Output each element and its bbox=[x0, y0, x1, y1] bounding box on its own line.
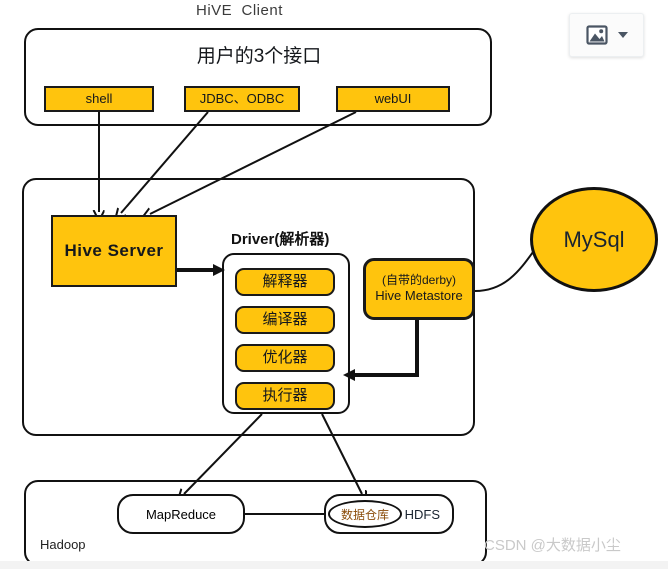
driver-step-optimizer-label: 优化器 bbox=[262, 349, 308, 367]
driver-step-interpreter[interactable]: 解释器 bbox=[235, 268, 335, 296]
hive-metastore-subtitle: (自带的derby) bbox=[381, 272, 456, 287]
driver-title: Driver(解析器) bbox=[231, 231, 330, 248]
hive-metastore-box[interactable]: (自带的derby) Hive Metastore bbox=[363, 258, 475, 320]
hive-metastore-label: Hive Metastore bbox=[375, 288, 463, 304]
data-warehouse-ellipse[interactable]: 数据仓库 bbox=[328, 500, 402, 528]
diagram-title: HiVE Client bbox=[196, 2, 283, 19]
image-toolbar[interactable] bbox=[569, 13, 644, 57]
diagram-canvas: HiVE Client 用户的3个接口 shell JDBC、ODBC webU… bbox=[0, 0, 668, 569]
hive-server-box[interactable]: Hive Server bbox=[51, 215, 177, 287]
driver-step-executor-label: 执行器 bbox=[262, 387, 308, 405]
driver-step-compiler[interactable]: 编译器 bbox=[235, 306, 335, 334]
hdfs-label: HDFS bbox=[404, 506, 440, 522]
driver-step-compiler-label: 编译器 bbox=[262, 311, 308, 329]
chevron-down-icon[interactable] bbox=[617, 32, 628, 38]
data-warehouse-label: 数据仓库 bbox=[340, 507, 389, 522]
hive-server-label: Hive Server bbox=[64, 241, 164, 261]
image-icon[interactable] bbox=[585, 25, 608, 45]
mysql-label: MySql bbox=[563, 226, 625, 252]
driver-step-interpreter-label: 解释器 bbox=[262, 273, 308, 291]
mapreduce-label: MapReduce bbox=[145, 506, 217, 522]
interface-webui[interactable]: webUI bbox=[336, 86, 450, 112]
hadoop-caption: Hadoop bbox=[40, 537, 86, 552]
mapreduce-box[interactable]: MapReduce bbox=[117, 494, 245, 534]
interface-shell[interactable]: shell bbox=[44, 86, 154, 112]
interface-jdbc-odbc-label: JDBC、ODBC bbox=[199, 90, 285, 106]
interface-jdbc-odbc[interactable]: JDBC、ODBC bbox=[184, 86, 300, 112]
mysql-database[interactable]: MySql bbox=[530, 187, 658, 292]
interface-shell-label: shell bbox=[85, 90, 113, 106]
driver-step-executor[interactable]: 执行器 bbox=[235, 382, 335, 410]
driver-step-optimizer[interactable]: 优化器 bbox=[235, 344, 335, 372]
interface-webui-label: webUI bbox=[374, 90, 412, 106]
bottom-edge bbox=[0, 561, 668, 569]
watermark: CSDN @大数据小尘 bbox=[484, 537, 621, 554]
client-panel-heading: 用户的3个接口 bbox=[196, 46, 322, 68]
